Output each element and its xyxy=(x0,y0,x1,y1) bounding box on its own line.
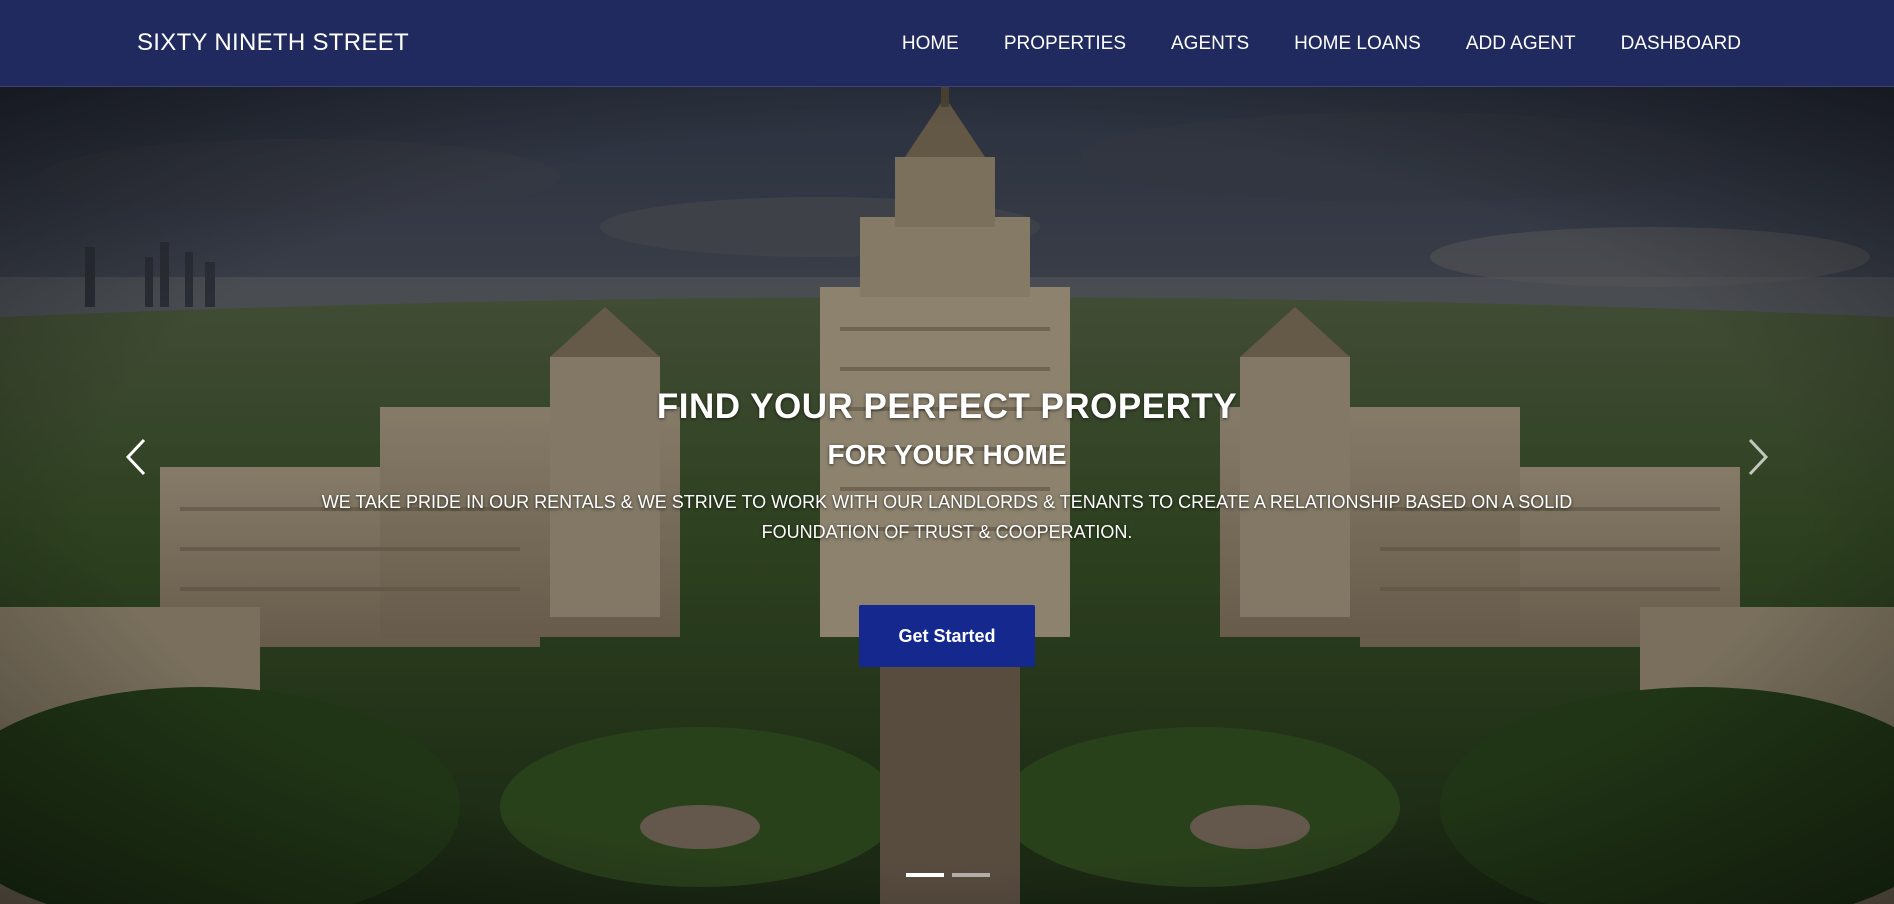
nav-link-add-agent[interactable]: ADD AGENT xyxy=(1466,33,1576,55)
carousel-indicator-2[interactable] xyxy=(952,873,990,877)
hero-description: WE TAKE PRIDE IN OUR RENTALS & WE STRIVE… xyxy=(321,492,1573,542)
nav-link-properties[interactable]: PROPERTIES xyxy=(1004,33,1126,55)
nav-link-home[interactable]: HOME xyxy=(902,33,959,55)
carousel-indicator-1[interactable] xyxy=(906,873,944,877)
carousel-indicators xyxy=(906,873,990,877)
nav-links: HOME PROPERTIES AGENTS HOME LOANS ADD AG… xyxy=(902,0,1741,87)
nav-link-agents[interactable]: AGENTS xyxy=(1171,33,1249,55)
hero-title: FIND YOUR PERFECT PROPERTY xyxy=(656,387,1238,426)
hero-subtitle: FOR YOUR HOME xyxy=(827,439,1067,470)
nav-link-dashboard[interactable]: DASHBOARD xyxy=(1621,33,1741,55)
get-started-button[interactable]: Get Started xyxy=(859,605,1035,667)
brand-logo-link[interactable]: SIXTY NINETH STREET xyxy=(137,0,409,87)
hero-carousel: FIND YOUR PERFECT PROPERTY FOR YOUR HOME… xyxy=(0,87,1894,904)
top-navbar: SIXTY NINETH STREET HOME PROPERTIES AGEN… xyxy=(0,0,1894,87)
nav-link-home-loans[interactable]: HOME LOANS xyxy=(1294,33,1421,55)
